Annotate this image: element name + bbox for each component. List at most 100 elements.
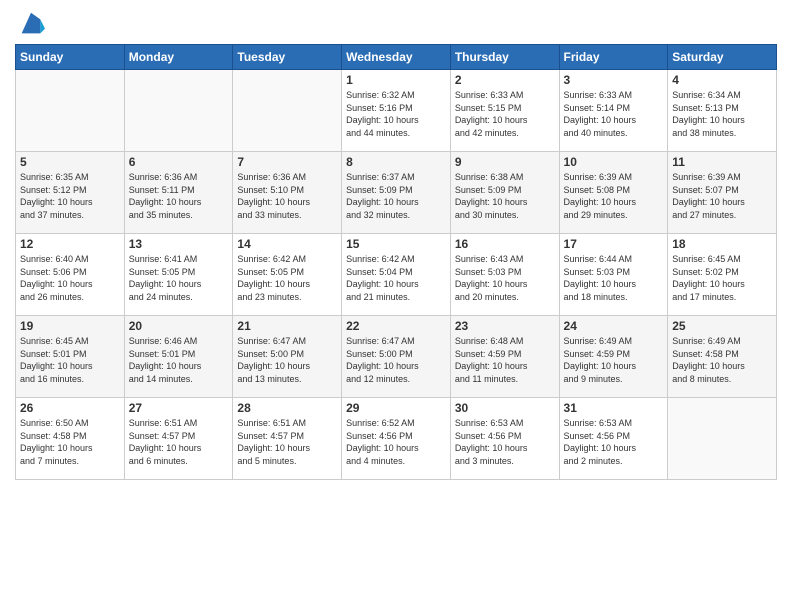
day-number: 10 [564, 155, 664, 169]
day-info: Sunrise: 6:43 AM Sunset: 5:03 PM Dayligh… [455, 253, 555, 303]
day-info: Sunrise: 6:51 AM Sunset: 4:57 PM Dayligh… [129, 417, 229, 467]
calendar-week-row: 5 Sunrise: 6:35 AM Sunset: 5:12 PM Daylig… [16, 152, 777, 234]
day-info: Sunrise: 6:42 AM Sunset: 5:05 PM Dayligh… [237, 253, 337, 303]
day-info: Sunrise: 6:49 AM Sunset: 4:58 PM Dayligh… [672, 335, 772, 385]
calendar-cell [16, 70, 125, 152]
day-number: 26 [20, 401, 120, 415]
day-info: Sunrise: 6:49 AM Sunset: 4:59 PM Dayligh… [564, 335, 664, 385]
calendar-week-row: 1Sunrise: 6:32 AM Sunset: 5:16 PM Daylig… [16, 70, 777, 152]
calendar-cell: 15 Sunrise: 6:42 AM Sunset: 5:04 PM Dayli… [342, 234, 451, 316]
calendar-cell: 13 Sunrise: 6:41 AM Sunset: 5:05 PM Dayli… [124, 234, 233, 316]
column-header-friday: Friday [559, 45, 668, 70]
calendar-cell: 8Sunrise: 6:37 AM Sunset: 5:09 PM Daylig… [342, 152, 451, 234]
day-info: Sunrise: 6:40 AM Sunset: 5:06 PM Dayligh… [20, 253, 120, 303]
day-info: Sunrise: 6:36 AM Sunset: 5:11 PM Dayligh… [129, 171, 229, 221]
column-header-saturday: Saturday [668, 45, 777, 70]
calendar-cell: 28Sunrise: 6:51 AM Sunset: 4:57 PM Dayli… [233, 398, 342, 480]
calendar-week-row: 26 Sunrise: 6:50 AM Sunset: 4:58 PM Dayli… [16, 398, 777, 480]
day-number: 15 [346, 237, 446, 251]
calendar-cell: 31 Sunrise: 6:53 AM Sunset: 4:56 PM Dayli… [559, 398, 668, 480]
day-info: Sunrise: 6:53 AM Sunset: 4:56 PM Dayligh… [564, 417, 664, 467]
day-number: 25 [672, 319, 772, 333]
calendar-table: SundayMondayTuesdayWednesdayThursdayFrid… [15, 44, 777, 480]
day-info: Sunrise: 6:47 AM Sunset: 5:00 PM Dayligh… [346, 335, 446, 385]
calendar-header-row: SundayMondayTuesdayWednesdayThursdayFrid… [16, 45, 777, 70]
page-header [15, 10, 777, 38]
day-info: Sunrise: 6:50 AM Sunset: 4:58 PM Dayligh… [20, 417, 120, 467]
calendar-cell: 27 Sunrise: 6:51 AM Sunset: 4:57 PM Dayli… [124, 398, 233, 480]
day-number: 1 [346, 73, 446, 87]
day-number: 16 [455, 237, 555, 251]
day-number: 13 [129, 237, 229, 251]
calendar-cell: 4 Sunrise: 6:34 AM Sunset: 5:13 PM Daylig… [668, 70, 777, 152]
calendar-cell [668, 398, 777, 480]
day-info: Sunrise: 6:52 AM Sunset: 4:56 PM Dayligh… [346, 417, 446, 467]
day-number: 12 [20, 237, 120, 251]
calendar-cell: 7 Sunrise: 6:36 AM Sunset: 5:10 PM Daylig… [233, 152, 342, 234]
day-info: Sunrise: 6:44 AM Sunset: 5:03 PM Dayligh… [564, 253, 664, 303]
day-number: 29 [346, 401, 446, 415]
day-number: 18 [672, 237, 772, 251]
day-number: 24 [564, 319, 664, 333]
calendar-cell: 17 Sunrise: 6:44 AM Sunset: 5:03 PM Dayli… [559, 234, 668, 316]
calendar-cell: 20 Sunrise: 6:46 AM Sunset: 5:01 PM Dayli… [124, 316, 233, 398]
calendar-cell: 18 Sunrise: 6:45 AM Sunset: 5:02 PM Dayli… [668, 234, 777, 316]
calendar-cell: 12 Sunrise: 6:40 AM Sunset: 5:06 PM Dayli… [16, 234, 125, 316]
calendar-cell: 16 Sunrise: 6:43 AM Sunset: 5:03 PM Dayli… [450, 234, 559, 316]
calendar-week-row: 19 Sunrise: 6:45 AM Sunset: 5:01 PM Dayli… [16, 316, 777, 398]
calendar-cell: 11 Sunrise: 6:39 AM Sunset: 5:07 PM Dayli… [668, 152, 777, 234]
day-number: 5 [20, 155, 120, 169]
day-number: 20 [129, 319, 229, 333]
calendar-cell: 3 Sunrise: 6:33 AM Sunset: 5:14 PM Daylig… [559, 70, 668, 152]
calendar-cell: 29 Sunrise: 6:52 AM Sunset: 4:56 PM Dayli… [342, 398, 451, 480]
day-info: Sunrise: 6:42 AM Sunset: 5:04 PM Dayligh… [346, 253, 446, 303]
day-info: Sunrise: 6:35 AM Sunset: 5:12 PM Dayligh… [20, 171, 120, 221]
calendar-cell [124, 70, 233, 152]
day-number: 21 [237, 319, 337, 333]
day-info: Sunrise: 6:33 AM Sunset: 5:15 PM Dayligh… [455, 89, 555, 139]
day-info: Sunrise: 6:51 AM Sunset: 4:57 PM Dayligh… [237, 417, 337, 467]
day-number: 3 [564, 73, 664, 87]
day-number: 27 [129, 401, 229, 415]
day-number: 4 [672, 73, 772, 87]
day-info: Sunrise: 6:53 AM Sunset: 4:56 PM Dayligh… [455, 417, 555, 467]
day-number: 14 [237, 237, 337, 251]
day-info: Sunrise: 6:47 AM Sunset: 5:00 PM Dayligh… [237, 335, 337, 385]
day-info: Sunrise: 6:34 AM Sunset: 5:13 PM Dayligh… [672, 89, 772, 139]
day-info: Sunrise: 6:48 AM Sunset: 4:59 PM Dayligh… [455, 335, 555, 385]
day-number: 2 [455, 73, 555, 87]
day-info: Sunrise: 6:36 AM Sunset: 5:10 PM Dayligh… [237, 171, 337, 221]
column-header-thursday: Thursday [450, 45, 559, 70]
day-number: 17 [564, 237, 664, 251]
calendar-cell: 5 Sunrise: 6:35 AM Sunset: 5:12 PM Daylig… [16, 152, 125, 234]
calendar-cell: 26 Sunrise: 6:50 AM Sunset: 4:58 PM Dayli… [16, 398, 125, 480]
logo-icon [17, 10, 45, 38]
calendar-cell: 19 Sunrise: 6:45 AM Sunset: 5:01 PM Dayli… [16, 316, 125, 398]
day-number: 23 [455, 319, 555, 333]
day-number: 31 [564, 401, 664, 415]
column-header-monday: Monday [124, 45, 233, 70]
column-header-wednesday: Wednesday [342, 45, 451, 70]
day-number: 30 [455, 401, 555, 415]
day-info: Sunrise: 6:33 AM Sunset: 5:14 PM Dayligh… [564, 89, 664, 139]
logo [15, 10, 45, 38]
calendar-cell: 30 Sunrise: 6:53 AM Sunset: 4:56 PM Dayli… [450, 398, 559, 480]
calendar-cell: 23 Sunrise: 6:48 AM Sunset: 4:59 PM Dayli… [450, 316, 559, 398]
day-info: Sunrise: 6:45 AM Sunset: 5:01 PM Dayligh… [20, 335, 120, 385]
day-info: Sunrise: 6:38 AM Sunset: 5:09 PM Dayligh… [455, 171, 555, 221]
day-number: 22 [346, 319, 446, 333]
calendar-cell: 24 Sunrise: 6:49 AM Sunset: 4:59 PM Dayli… [559, 316, 668, 398]
calendar-cell: 2 Sunrise: 6:33 AM Sunset: 5:15 PM Daylig… [450, 70, 559, 152]
calendar-cell: 10Sunrise: 6:39 AM Sunset: 5:08 PM Dayli… [559, 152, 668, 234]
day-number: 9 [455, 155, 555, 169]
day-info: Sunrise: 6:41 AM Sunset: 5:05 PM Dayligh… [129, 253, 229, 303]
day-info: Sunrise: 6:46 AM Sunset: 5:01 PM Dayligh… [129, 335, 229, 385]
calendar-cell: 25 Sunrise: 6:49 AM Sunset: 4:58 PM Dayli… [668, 316, 777, 398]
day-info: Sunrise: 6:45 AM Sunset: 5:02 PM Dayligh… [672, 253, 772, 303]
day-info: Sunrise: 6:37 AM Sunset: 5:09 PM Dayligh… [346, 171, 446, 221]
calendar-cell: 14 Sunrise: 6:42 AM Sunset: 5:05 PM Dayli… [233, 234, 342, 316]
day-number: 7 [237, 155, 337, 169]
day-number: 19 [20, 319, 120, 333]
day-info: Sunrise: 6:39 AM Sunset: 5:07 PM Dayligh… [672, 171, 772, 221]
day-number: 11 [672, 155, 772, 169]
